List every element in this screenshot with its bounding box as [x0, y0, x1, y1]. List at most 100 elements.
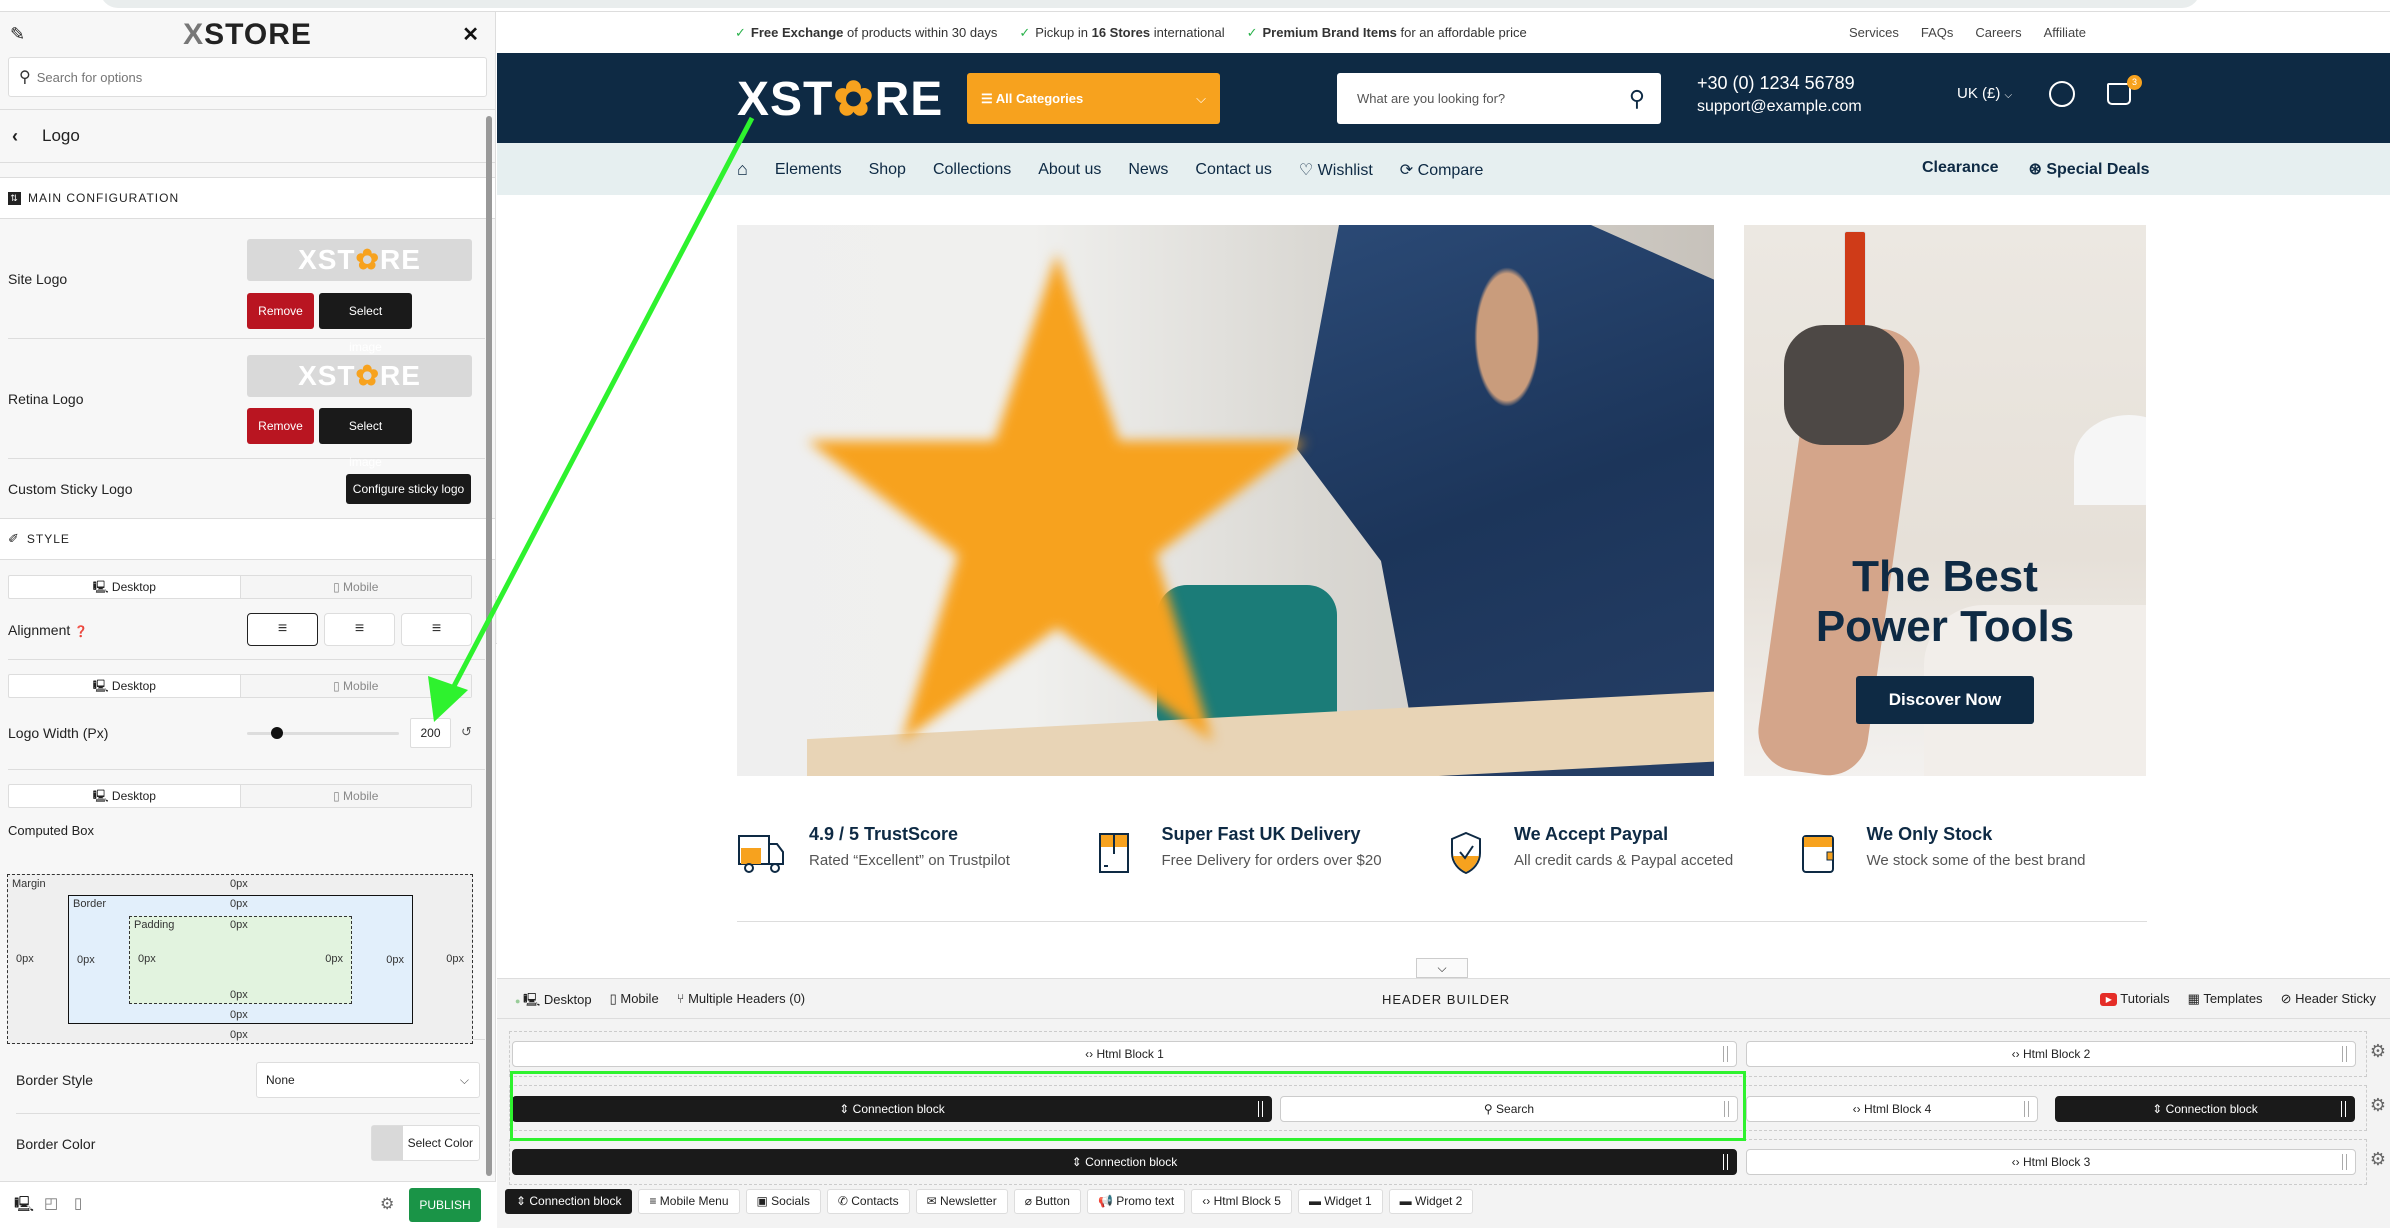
nav-item-news[interactable]: News: [1128, 161, 1168, 179]
tool-connection-block[interactable]: ⇕ Connection block: [505, 1189, 633, 1214]
align-right-button[interactable]: ≡: [401, 613, 472, 646]
resize-handle[interactable]: [2342, 1046, 2347, 1062]
logo-width-slider-thumb[interactable]: [271, 727, 284, 739]
border-style-select[interactable]: None ⌵: [256, 1062, 480, 1098]
tool-newsletter[interactable]: ✉ Newsletter: [915, 1189, 1008, 1214]
back-button[interactable]: ‹ Logo: [0, 109, 495, 163]
header-sticky-link[interactable]: ⊘ Header Sticky: [2281, 991, 2376, 1007]
connection-block-bottom[interactable]: ⇕ Connection block: [512, 1149, 1737, 1175]
html-block-2[interactable]: ‹› Html Block 2: [1746, 1041, 2356, 1067]
logo-width-slider[interactable]: [247, 732, 399, 735]
padding-top-value[interactable]: 0px: [230, 919, 248, 931]
device-desktop-tab[interactable]: 🖳 Desktop: [9, 675, 240, 697]
discover-now-button[interactable]: Discover Now: [1856, 676, 2034, 724]
locale-switcher[interactable]: UK (£) ⌵: [1957, 85, 2012, 102]
padding-bottom-value[interactable]: 0px: [230, 989, 248, 1001]
device-mobile-tab[interactable]: ▯ Mobile: [239, 675, 471, 697]
device-desktop-tab[interactable]: 🖳 Desktop: [9, 785, 240, 807]
nav-item-special-deals[interactable]: ⊛ Special Deals: [2029, 159, 2150, 179]
row-settings-gear-icon[interactable]: ⚙: [2370, 1095, 2386, 1116]
html-block-3[interactable]: ‹› Html Block 3: [1746, 1149, 2356, 1175]
margin-right-value[interactable]: 0px: [446, 953, 464, 965]
connection-block-right[interactable]: ⇕ Connection block: [2055, 1096, 2355, 1122]
resize-handle[interactable]: [2341, 1101, 2346, 1117]
search-icon[interactable]: ⚲: [1629, 73, 1645, 124]
expand-builder-toggle[interactable]: ⌵: [1416, 958, 1468, 978]
mobile-preview-icon[interactable]: ▯: [74, 1194, 82, 1212]
select-site-logo-button[interactable]: Select image: [319, 293, 412, 354]
tool-button[interactable]: ⌀ Button: [1013, 1189, 1081, 1214]
align-center-button[interactable]: ≡: [324, 613, 395, 646]
tool-mobile-menu[interactable]: ≡ Mobile Menu: [638, 1189, 740, 1214]
sidebar-scrollbar[interactable]: [486, 116, 492, 1176]
border-left-value[interactable]: 0px: [77, 954, 95, 966]
padding-left-value[interactable]: 0px: [138, 953, 156, 965]
configure-sticky-logo-button[interactable]: Configure sticky logo: [346, 474, 471, 504]
resize-handle[interactable]: [1723, 1046, 1728, 1062]
tool-promo-text[interactable]: 📢 Promo text: [1086, 1189, 1186, 1214]
search-options-field[interactable]: ⚲: [8, 57, 487, 97]
top-link-careers[interactable]: Careers: [1975, 25, 2021, 40]
tutorials-link[interactable]: ▶ Tutorials: [2100, 991, 2170, 1007]
border-right-value[interactable]: 0px: [386, 954, 404, 966]
border-color-picker[interactable]: Select Color: [371, 1125, 480, 1161]
retina-logo-preview[interactable]: XST✿RE: [247, 355, 472, 397]
nav-item-contact-us[interactable]: Contact us: [1195, 161, 1271, 179]
multiple-headers-tab[interactable]: ⑂ Multiple Headers (0): [677, 991, 805, 1013]
align-left-button[interactable]: ≡: [247, 613, 318, 646]
resize-handle[interactable]: [2342, 1154, 2347, 1170]
tool-contacts[interactable]: ✆ Contacts: [826, 1189, 910, 1214]
nav-item-about-us[interactable]: About us: [1038, 161, 1101, 179]
device-mobile-tab[interactable]: ▯ Mobile: [239, 576, 471, 598]
margin-top-value[interactable]: 0px: [230, 878, 248, 890]
top-link-affiliate[interactable]: Affiliate: [2044, 25, 2086, 40]
help-icon[interactable]: ❓: [74, 626, 88, 638]
remove-retina-logo-button[interactable]: Remove: [247, 408, 314, 444]
templates-link[interactable]: ▦ Templates: [2188, 991, 2263, 1007]
nav-item-clearance[interactable]: Clearance: [1922, 159, 1999, 179]
logo-width-input[interactable]: 200: [410, 718, 451, 748]
publish-button[interactable]: PUBLISH: [409, 1188, 481, 1222]
top-link-faqs[interactable]: FAQs: [1921, 25, 1954, 40]
builder-desktop-tab[interactable]: ● 🖳 Desktop: [515, 991, 592, 1013]
border-bottom-value[interactable]: 0px: [230, 1009, 248, 1021]
html-block-4[interactable]: ‹› Html Block 4: [1746, 1096, 2038, 1122]
row-settings-gear-icon[interactable]: ⚙: [2370, 1041, 2386, 1062]
tool-html-block-5[interactable]: ‹› Html Block 5: [1191, 1189, 1292, 1214]
desktop-preview-icon[interactable]: 🖳: [14, 1194, 34, 1219]
device-desktop-tab[interactable]: 🖳 Desktop: [9, 576, 240, 598]
border-top-value[interactable]: 0px: [230, 898, 248, 910]
top-link-services[interactable]: Services: [1849, 25, 1899, 40]
nav-item-wishlist[interactable]: ♡ Wishlist: [1299, 160, 1373, 180]
tool-widget-1[interactable]: ▬ Widget 1: [1297, 1189, 1383, 1214]
device-mobile-tab[interactable]: ▯ Mobile: [239, 785, 471, 807]
phone-number[interactable]: +30 (0) 1234 56789: [1697, 71, 1862, 95]
html-block-1[interactable]: ‹› Html Block 1: [512, 1041, 1737, 1067]
nav-item-elements[interactable]: Elements: [775, 161, 842, 179]
tool-widget-2[interactable]: ▬ Widget 2: [1388, 1189, 1474, 1214]
builder-mobile-tab[interactable]: ▯ Mobile: [610, 991, 659, 1013]
select-retina-logo-button[interactable]: Select image: [319, 408, 412, 469]
reset-icon[interactable]: ↺: [461, 724, 472, 740]
hero-banner-side[interactable]: The Best Power Tools Discover Now: [1744, 225, 2146, 776]
margin-bottom-value[interactable]: 0px: [230, 1029, 248, 1041]
site-logo[interactable]: XST✿RE: [737, 71, 943, 127]
hero-banner-main[interactable]: [737, 225, 1714, 776]
resize-handle[interactable]: [1723, 1154, 1728, 1170]
all-categories-dropdown[interactable]: ☰ All Categories ⌵: [967, 73, 1220, 124]
home-icon[interactable]: ⌂: [737, 159, 748, 180]
nav-item-shop[interactable]: Shop: [869, 161, 906, 179]
settings-gear-icon[interactable]: ⚙: [380, 1194, 394, 1214]
account-icon[interactable]: [2049, 81, 2075, 107]
margin-left-value[interactable]: 0px: [16, 953, 34, 965]
tool-socials[interactable]: ▣ Socials: [745, 1189, 821, 1214]
nav-item-collections[interactable]: Collections: [933, 161, 1011, 179]
resize-handle[interactable]: [2024, 1101, 2029, 1117]
search-options-input[interactable]: [36, 69, 486, 85]
site-logo-preview[interactable]: XST✿RE: [247, 239, 472, 281]
site-search-input[interactable]: What are you looking for? ⚲: [1337, 73, 1661, 124]
row-settings-gear-icon[interactable]: ⚙: [2370, 1149, 2386, 1170]
remove-site-logo-button[interactable]: Remove: [247, 293, 314, 329]
padding-right-value[interactable]: 0px: [325, 953, 343, 965]
close-icon[interactable]: ✕: [462, 22, 479, 47]
